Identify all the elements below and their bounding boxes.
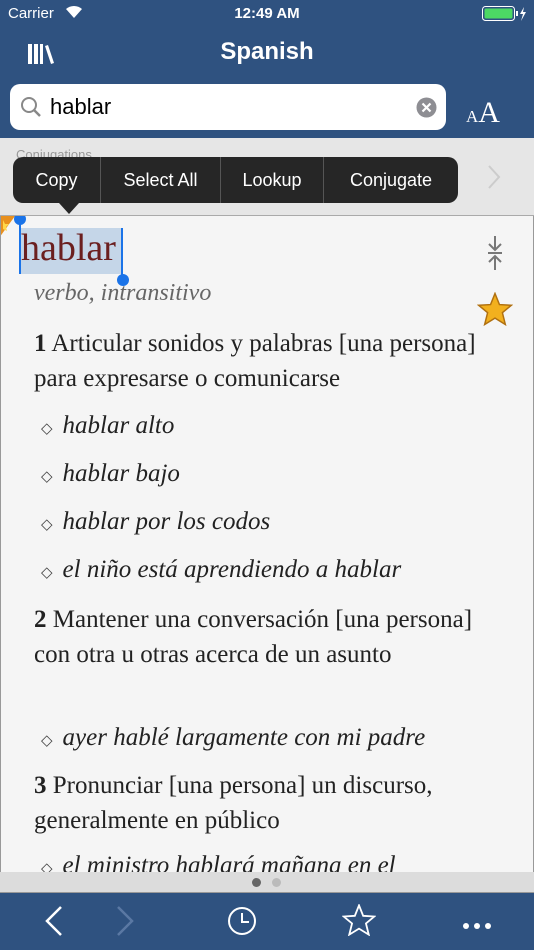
entry-content: hablar verbo, intransitivo 1 Articular s… xyxy=(0,216,534,872)
example: ◇ ayer hablé largamente con mi padre xyxy=(41,724,426,751)
small-a: A xyxy=(466,107,479,126)
example: ◇ hablar alto xyxy=(41,412,175,439)
search-icon xyxy=(20,96,42,123)
example-text: hablar por los codos xyxy=(62,508,271,535)
favorites-icon[interactable] xyxy=(341,902,377,941)
sense-text: Articular sonidos y palabras [una person… xyxy=(34,330,476,392)
menu-select-all[interactable]: Select All xyxy=(101,157,221,203)
history-icon[interactable] xyxy=(227,906,257,941)
sense-number: 3 xyxy=(34,772,47,799)
battery-icon xyxy=(482,6,528,26)
example: ◇ hablar bajo xyxy=(41,460,180,487)
bookmark-corner-icon xyxy=(1,216,15,243)
menu-copy[interactable]: Copy xyxy=(13,157,101,203)
part-of-speech: verbo, intransitivo xyxy=(34,280,212,306)
example: ◇ el ministro hablará mañana en el xyxy=(41,852,396,872)
menu-conjugate[interactable]: Conjugate xyxy=(324,157,458,203)
status-bar: Carrier 12:49 AM xyxy=(0,0,534,28)
example-text: el ministro hablará mañana en el xyxy=(62,852,396,872)
collapse-icon[interactable] xyxy=(485,236,505,275)
bottom-toolbar xyxy=(0,893,534,950)
example-text: ayer hablé largamente con mi padre xyxy=(62,724,426,751)
selection-end-handle[interactable] xyxy=(121,228,123,278)
example-text: hablar alto xyxy=(62,412,175,439)
example: ◇ hablar por los codos xyxy=(41,508,271,535)
back-icon[interactable] xyxy=(44,905,64,942)
large-a: A xyxy=(478,96,500,129)
sense-1: 1 Articular sonidos y palabras [una pers… xyxy=(34,326,514,396)
context-menu: Copy Select All Lookup Conjugate xyxy=(13,157,458,203)
headword: hablar xyxy=(21,227,116,269)
time-label: 12:49 AM xyxy=(234,5,300,22)
page-title: Spanish xyxy=(220,38,314,65)
font-size-button[interactable]: AA xyxy=(466,96,500,130)
clear-search-icon[interactable] xyxy=(416,97,437,123)
page-indicator[interactable] xyxy=(0,872,534,893)
forward-icon[interactable] xyxy=(115,905,135,942)
sense-3: 3 Pronunciar [una persona] un discurso, … xyxy=(34,768,514,838)
menu-pointer xyxy=(59,203,79,214)
sense-number: 2 xyxy=(34,606,47,633)
selection-start-knob[interactable] xyxy=(14,216,26,225)
page-dot[interactable] xyxy=(272,878,281,887)
search-value: hablar xyxy=(50,94,112,119)
sense-number: 1 xyxy=(34,330,47,357)
chevron-right-icon[interactable] xyxy=(486,164,502,195)
example: ◇ el niño está aprendiendo a hablar xyxy=(41,556,402,583)
page-dot-active[interactable] xyxy=(252,878,261,887)
sense-2: 2 Mantener una conversación [una persona… xyxy=(34,602,514,672)
sense-text: Pronunciar [una persona] un discurso, ge… xyxy=(34,772,433,834)
example-text: hablar bajo xyxy=(62,460,180,487)
menu-lookup[interactable]: Lookup xyxy=(221,157,324,203)
sense-text: Mantener una conversación [una persona] … xyxy=(34,606,473,668)
example-text: el niño está aprendiendo a hablar xyxy=(62,556,402,583)
more-icon[interactable] xyxy=(462,917,492,935)
search-input[interactable]: hablar xyxy=(10,84,446,130)
